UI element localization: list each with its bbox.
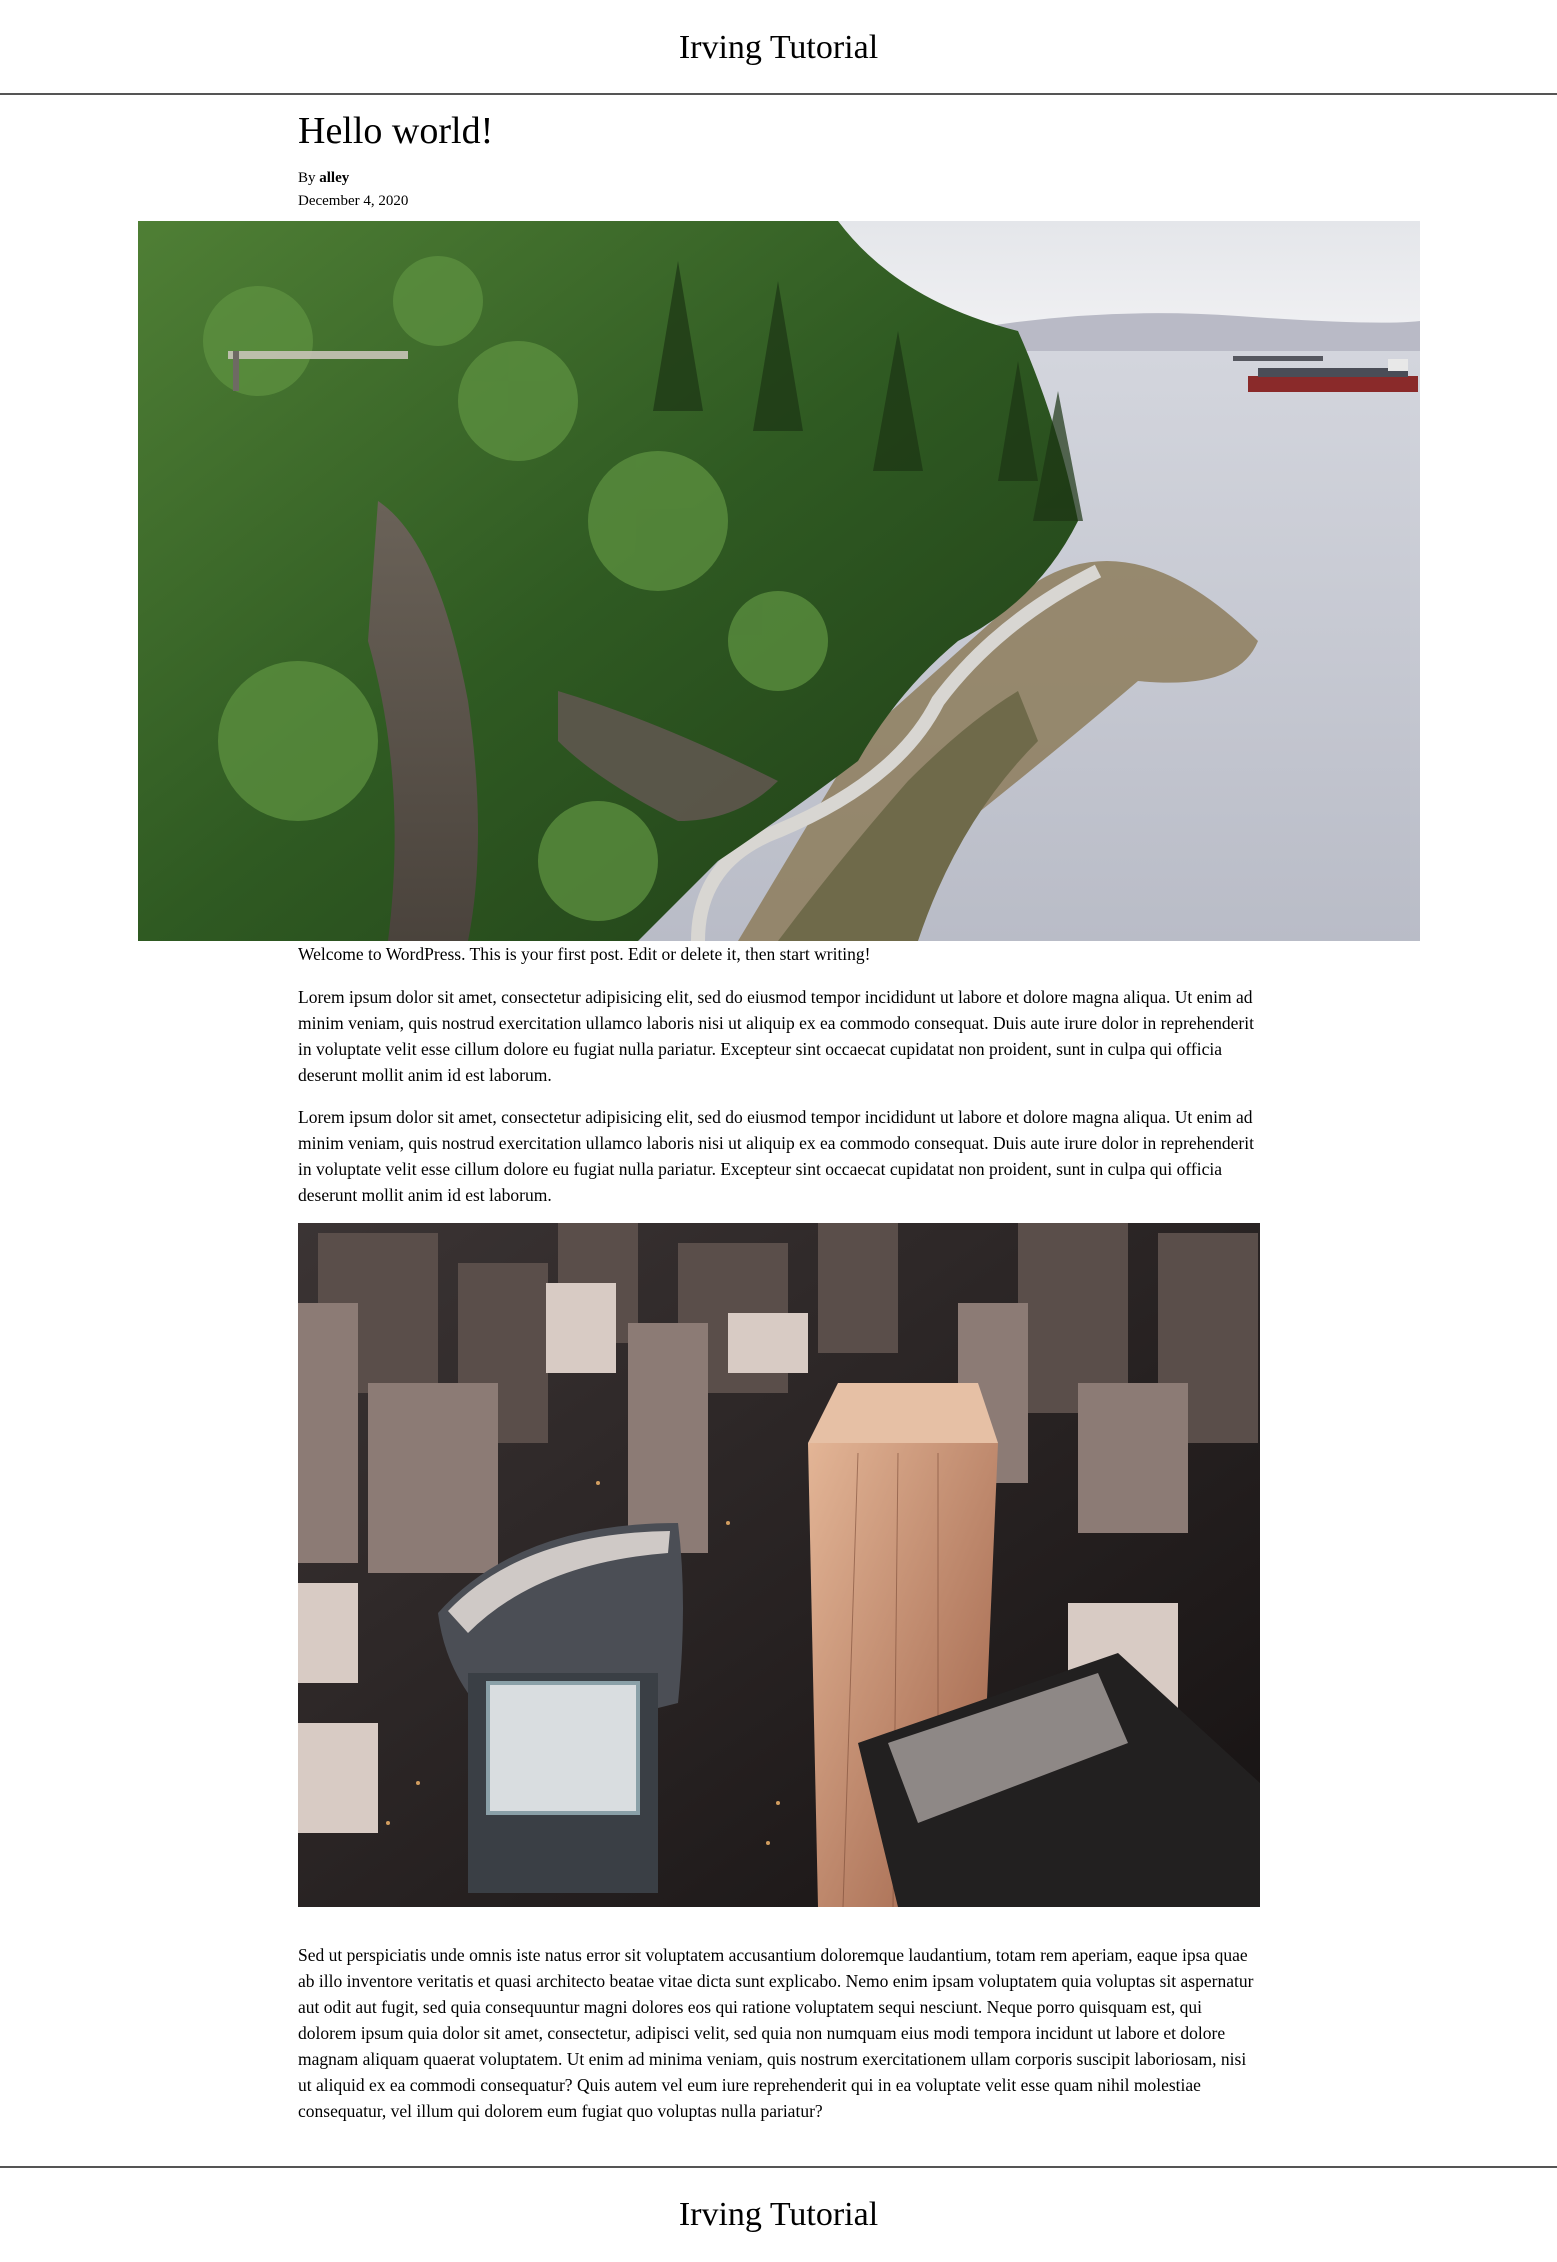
post-date: December 4, 2020	[298, 192, 409, 209]
footer-site-title[interactable]: Irving Tutorial	[0, 2168, 1557, 2262]
post-paragraph-lorem-1: Lorem ipsum dolor sit amet, consectetur …	[298, 987, 1254, 1085]
post-intro-paragraph: Welcome to WordPress. This is your first…	[298, 944, 871, 964]
city-aerial-illustration	[298, 1223, 1260, 1907]
post-header: Hello world! By alley December 4, 2020	[298, 95, 1260, 213]
site-footer: Irving Tutorial	[0, 2166, 1557, 2262]
site-title[interactable]: Irving Tutorial	[0, 0, 1557, 95]
post-paragraph-sed: Sed ut perspiciatis unde omnis iste natu…	[298, 1945, 1254, 2121]
post-author[interactable]: alley	[319, 170, 349, 186]
post-title: Hello world!	[298, 110, 494, 152]
site-header: Irving Tutorial	[0, 0, 1557, 95]
featured-image-coastal-forest	[138, 221, 1420, 941]
inline-image-city-aerial	[298, 1223, 1260, 1907]
coastal-forest-illustration	[138, 221, 1420, 941]
post-paragraph-lorem-2: Lorem ipsum dolor sit amet, consectetur …	[298, 1107, 1254, 1205]
post-byline: By alley	[298, 167, 1260, 190]
by-label: By	[298, 169, 316, 186]
